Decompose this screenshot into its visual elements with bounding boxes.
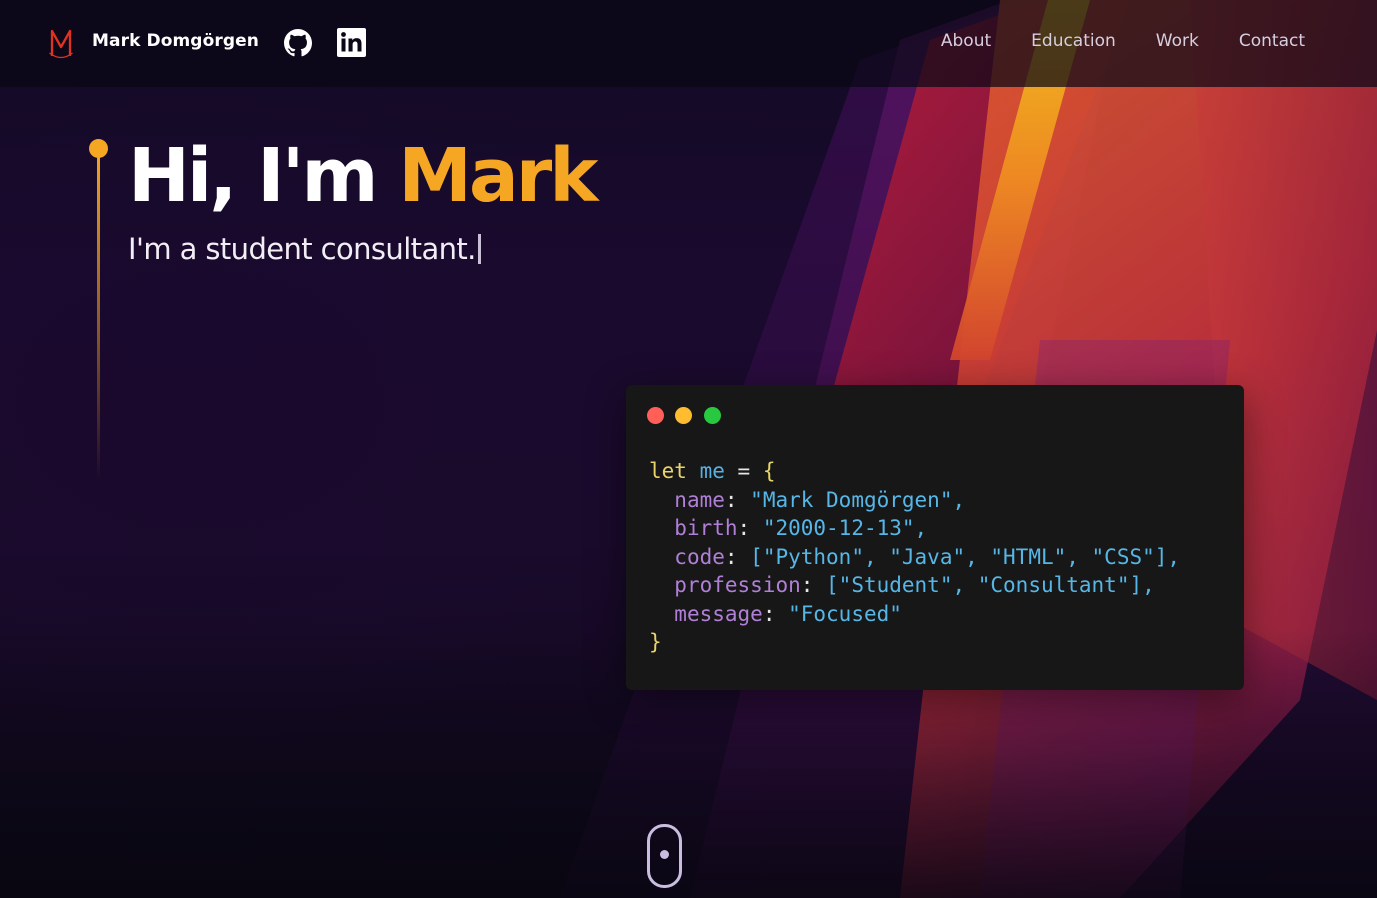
m-monogram-icon[interactable] <box>48 26 74 60</box>
typing-caret <box>477 234 481 264</box>
mouse-scroll-icon[interactable] <box>647 824 682 888</box>
nav-links: About Education Work Contact <box>901 31 1305 51</box>
code-value-code: ["Python", "Java", "HTML", "CSS"], <box>750 544 1181 569</box>
hero-title: Hi, I'm Mark <box>128 126 599 226</box>
github-icon[interactable] <box>284 29 312 57</box>
nav-link-education[interactable]: Education <box>1031 31 1116 51</box>
code-keyword: let <box>649 459 687 483</box>
nav-link-about[interactable]: About <box>941 31 991 51</box>
code-value-name: "Mark Domgörgen", <box>750 487 966 512</box>
code-value-message: "Focused" <box>788 601 902 626</box>
code-open-brace: { <box>762 459 776 483</box>
code-variable: me <box>699 459 725 483</box>
code-value-birth: "2000-12-13", <box>762 516 928 540</box>
window-minimize-dot <box>675 407 692 424</box>
code-value-profession: ["Student", "Consultant"], <box>826 573 1155 597</box>
hero-subtitle: I'm a student consultant. <box>128 232 481 266</box>
code-key-code: code <box>674 544 725 569</box>
code-close-brace: } <box>649 630 662 654</box>
code-key-name: name <box>674 487 725 512</box>
nav-link-work[interactable]: Work <box>1156 31 1199 51</box>
code-block: let me = { name: "Mark Domgörgen", birth… <box>649 459 1181 654</box>
code-window: let me = { name: "Mark Domgörgen", birth… <box>626 385 1244 690</box>
timeline-line <box>97 150 100 480</box>
window-maximize-dot <box>704 407 721 424</box>
brand-name[interactable]: Mark Domgörgen <box>92 31 259 51</box>
code-operator: = <box>737 459 751 483</box>
hero-greeting: Hi, I'm <box>128 133 399 219</box>
hero-name: Mark <box>398 133 598 219</box>
code-key-message: message <box>674 601 763 626</box>
hero-subtitle-text: I'm a student consultant. <box>128 232 476 266</box>
page: Mark Domgörgen About Education Work Cont… <box>0 0 1377 898</box>
scroll-wheel-dot <box>660 850 669 859</box>
window-close-dot <box>647 407 664 424</box>
linkedin-icon[interactable] <box>337 28 366 57</box>
code-key-profession: profession <box>674 573 801 597</box>
nav-link-contact[interactable]: Contact <box>1239 31 1305 51</box>
code-key-birth: birth <box>674 516 738 540</box>
navbar: Mark Domgörgen About Education Work Cont… <box>0 0 1377 87</box>
